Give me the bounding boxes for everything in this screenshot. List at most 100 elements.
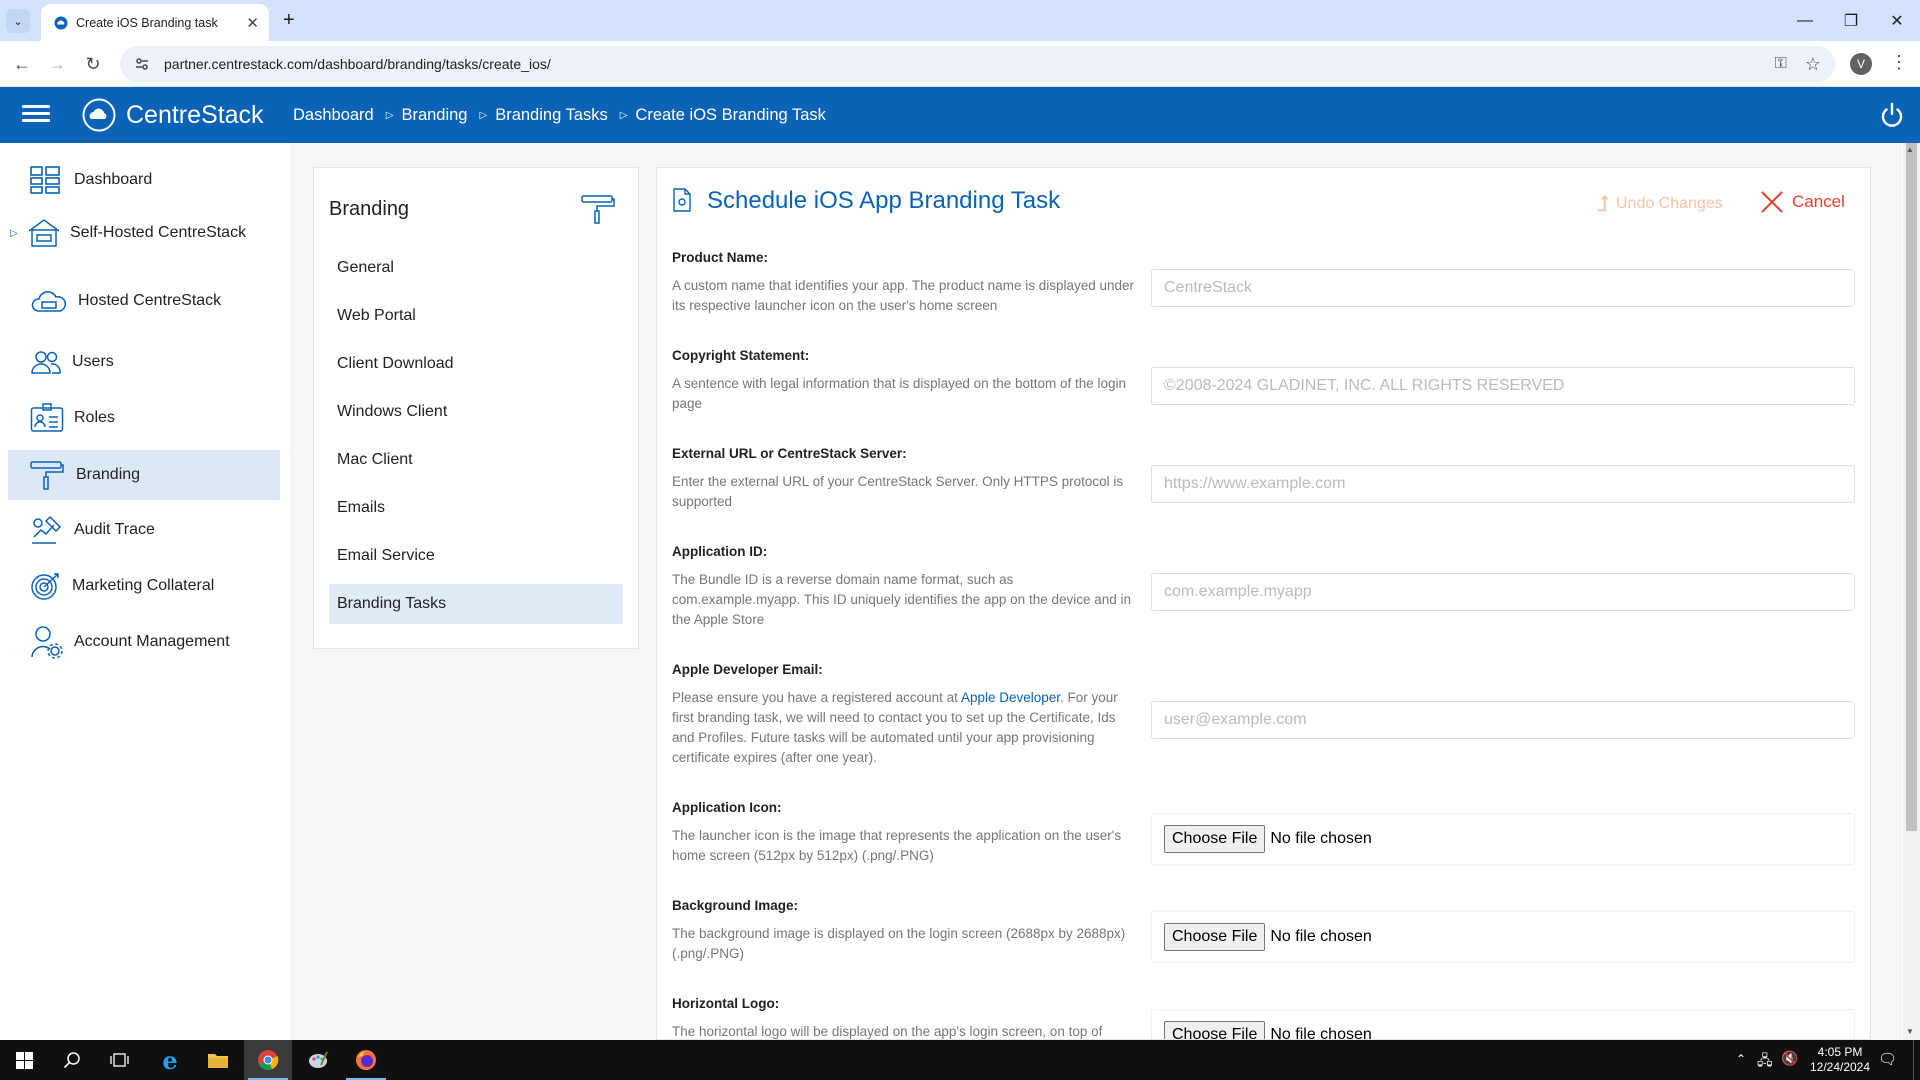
application-id-input[interactable]: com.example.myapp <box>1151 573 1855 611</box>
profile-avatar[interactable]: V <box>1850 53 1872 75</box>
file-explorer-button[interactable] <box>194 1040 242 1080</box>
branding-panel-title: Branding <box>329 198 410 220</box>
windows-logo-icon <box>15 1051 33 1069</box>
field-label: Horizontal Logo: <box>672 996 780 1011</box>
account-gear-icon <box>31 626 63 659</box>
branding-item-general[interactable]: General <box>329 248 623 288</box>
sidebar-item-marketing[interactable]: Marketing Collateral <box>8 561 280 611</box>
sidebar-item-label: Users <box>72 353 114 370</box>
field-description: A custom name that identifies your app. … <box>672 278 1135 313</box>
breadcrumb: Dashboard ▷ Branding ▷ Branding Tasks ▷ … <box>293 87 826 143</box>
windows-taskbar: e ⌃ 🖧 🔇 4:05 PM 12/24/2024 🗨 <box>0 1040 1920 1080</box>
task-view-button[interactable] <box>96 1040 144 1080</box>
firefox-icon <box>356 1050 376 1070</box>
sidebar-item-label: Marketing Collateral <box>72 577 215 594</box>
apple-developer-email-input[interactable]: user@example.com <box>1151 701 1855 739</box>
field-description: The background image is displayed on the… <box>672 926 1126 961</box>
cancel-button[interactable]: Cancel <box>1760 190 1845 214</box>
apple-developer-link[interactable]: Apple Developer <box>961 690 1060 705</box>
tab-list-button[interactable]: ⌄ <box>6 9 30 33</box>
field-description: The launcher icon is the image that repr… <box>672 828 1122 863</box>
sidebar-item-roles[interactable]: Roles <box>8 393 280 443</box>
chrome-taskbar-button[interactable] <box>244 1040 292 1080</box>
sidebar-item-branding[interactable]: Branding <box>8 450 280 500</box>
paint-roller-icon <box>581 195 615 224</box>
close-tab-icon[interactable]: ✕ <box>246 14 259 32</box>
folder-icon <box>208 1054 228 1068</box>
bookmark-star-icon[interactable]: ☆ <box>1805 54 1821 75</box>
task-view-icon <box>110 1053 129 1067</box>
paint-app-button[interactable] <box>294 1040 342 1080</box>
undo-changes-button[interactable]: ⮥ Undo Changes <box>1597 191 1723 217</box>
restore-button[interactable]: ❐ <box>1828 0 1874 41</box>
forward-button[interactable]: → <box>43 50 71 78</box>
browser-tab[interactable]: Create iOS Branding task ✕ <box>41 4 269 41</box>
site-settings-icon[interactable] <box>134 56 150 72</box>
power-logout-icon[interactable] <box>1878 101 1906 129</box>
sidebar-item-audit-trace[interactable]: Audit Trace <box>8 505 280 555</box>
desc-text: Please ensure you have a registered acco… <box>672 690 961 705</box>
brand-name: CentreStack <box>126 100 264 129</box>
branding-item-client-download[interactable]: Client Download <box>329 344 623 384</box>
internet-explorer-button[interactable]: e <box>146 1040 194 1080</box>
back-button[interactable]: ← <box>8 50 36 78</box>
firefox-taskbar-button[interactable] <box>342 1040 390 1080</box>
choose-file-button[interactable]: Choose File <box>1164 1021 1266 1039</box>
product-name-input[interactable]: CentreStack <box>1151 269 1855 307</box>
choose-file-button[interactable]: Choose File <box>1164 923 1266 951</box>
branding-item-branding-tasks[interactable]: Branding Tasks <box>329 584 623 624</box>
browser-toolbar: ← → ↻ partner.centrestack.com/dashboard/… <box>0 41 1920 87</box>
sidebar-item-hosted[interactable]: Hosted CentreStack <box>8 276 280 326</box>
branding-item-email-service[interactable]: Email Service <box>329 536 623 576</box>
field-label: Application ID: <box>672 544 768 559</box>
breadcrumb-dashboard[interactable]: Dashboard <box>293 106 374 125</box>
close-window-button[interactable]: ✕ <box>1874 0 1920 41</box>
file-status: No file chosen <box>1270 1026 1372 1040</box>
sidebar-item-account[interactable]: Account Management <box>8 617 280 667</box>
copyright-input[interactable]: ©2008-2024 GLADINET, INC. ALL RIGHTS RES… <box>1151 367 1855 405</box>
reload-button[interactable]: ↻ <box>79 50 107 78</box>
branding-item-mac-client[interactable]: Mac Client <box>329 440 623 480</box>
field-label: Product Name: <box>672 250 769 265</box>
password-key-icon[interactable]: ⚿ <box>1775 55 1787 73</box>
breadcrumb-branding-tasks[interactable]: Branding Tasks <box>495 106 608 125</box>
field-label: Apple Developer Email: <box>672 662 823 677</box>
sidebar-item-dashboard[interactable]: Dashboard <box>8 155 280 205</box>
sidebar-item-label: Dashboard <box>74 171 153 188</box>
scroll-down-arrow-icon[interactable]: ▼ <box>1906 1027 1914 1036</box>
browser-menu-icon[interactable]: ⋮ <box>1890 52 1908 73</box>
search-button[interactable] <box>48 1040 96 1080</box>
action-center-icon[interactable]: 🗨 <box>1878 1050 1897 1068</box>
branding-item-windows-client[interactable]: Windows Client <box>329 392 623 432</box>
centrestack-logo[interactable]: CentreStack <box>82 98 264 132</box>
new-tab-button[interactable]: + <box>283 9 295 32</box>
volume-muted-icon[interactable]: 🔇 <box>1781 1050 1798 1067</box>
choose-file-button[interactable]: Choose File <box>1164 825 1266 853</box>
field-description: Enter the external URL of your CentreSta… <box>672 474 1124 509</box>
chrome-icon <box>258 1050 279 1071</box>
system-clock[interactable]: 4:05 PM 12/24/2024 <box>1800 1045 1880 1075</box>
network-icon[interactable]: 🖧 <box>1757 1050 1773 1074</box>
sidebar-item-self-hosted[interactable]: ▷ Self-Hosted CentreStack <box>8 208 280 258</box>
document-icon <box>673 188 691 212</box>
external-url-input[interactable]: https://www.example.com <box>1151 465 1855 503</box>
show-desktop-button[interactable] <box>1913 1040 1920 1080</box>
start-button[interactable] <box>0 1040 48 1080</box>
field-description: The horizontal logo will be displayed on… <box>672 1024 1103 1039</box>
minimize-button[interactable]: — <box>1782 0 1828 41</box>
undo-arrow-icon: ⮥ <box>1597 191 1610 216</box>
centrestack-favicon-icon <box>54 16 68 29</box>
field-description: Please ensure you have a registered acco… <box>672 688 1137 768</box>
show-hidden-icons-icon[interactable]: ⌃ <box>1736 1052 1746 1066</box>
branding-item-emails[interactable]: Emails <box>329 488 623 528</box>
scroll-up-arrow-icon[interactable]: ▲ <box>1906 145 1914 154</box>
branding-item-web-portal[interactable]: Web Portal <box>329 296 623 336</box>
scrollbar-thumb[interactable] <box>1906 143 1917 831</box>
sidebar-item-users[interactable]: Users <box>8 337 280 387</box>
hamburger-menu-icon[interactable] <box>22 101 50 129</box>
expand-triangle-icon[interactable]: ▷ <box>10 228 18 239</box>
file-status: No file chosen <box>1270 830 1372 847</box>
cancel-label: Cancel <box>1792 192 1845 211</box>
address-bar[interactable]: partner.centrestack.com/dashboard/brandi… <box>120 46 1835 82</box>
breadcrumb-branding[interactable]: Branding <box>401 106 467 125</box>
